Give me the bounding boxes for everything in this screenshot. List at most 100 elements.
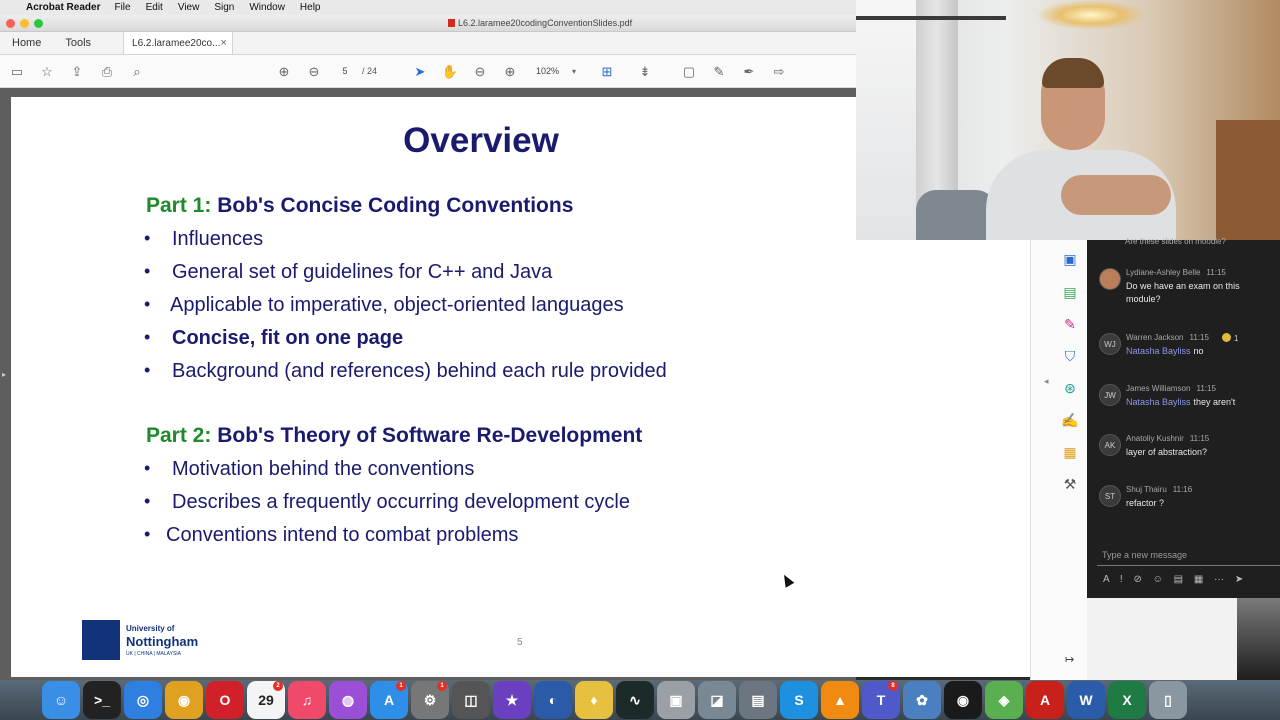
bullet-item: Conventions intend to combat problems xyxy=(166,524,519,546)
menu-window[interactable]: Window xyxy=(249,2,285,13)
cyberduck-icon[interactable]: ♦ xyxy=(575,681,613,719)
bullet-item: Concise, fit on one page xyxy=(172,327,404,349)
edit-pdf-icon[interactable]: ▤ xyxy=(1061,283,1079,301)
fill-sign-icon[interactable]: ✎ xyxy=(1061,315,1079,333)
avatar[interactable]: AK xyxy=(1099,434,1121,456)
obs-icon[interactable]: ◉ xyxy=(944,681,982,719)
part1-title: Bob's Concise Coding Conventions xyxy=(217,194,574,217)
avatar[interactable]: WJ xyxy=(1099,333,1121,355)
comment-tool-icon[interactable]: ▦ xyxy=(1061,443,1079,461)
comment-icon[interactable]: ▢ xyxy=(680,63,698,81)
dock-glyph: ◐ xyxy=(548,692,558,708)
pen-icon[interactable]: ✎ xyxy=(710,63,728,81)
word-icon[interactable]: W xyxy=(1067,681,1105,719)
avatar[interactable] xyxy=(1099,268,1121,290)
bullet-dot: • xyxy=(144,458,151,478)
star-icon[interactable]: ☆ xyxy=(38,63,56,81)
menu-app-name[interactable]: Acrobat Reader xyxy=(26,2,100,13)
system-preferences-icon[interactable]: ⚙ 1 xyxy=(411,681,449,719)
logo-line1: University of xyxy=(126,624,175,633)
minimize-window-button[interactable] xyxy=(20,19,29,28)
finder-icon[interactable]: ☺ xyxy=(42,681,80,719)
message-author: Shuj Thairu xyxy=(1126,485,1167,494)
teams-icon[interactable]: T8 xyxy=(862,681,900,719)
calendar-icon[interactable]: 29 2 xyxy=(247,681,285,719)
send-sign-icon[interactable]: ✍ xyxy=(1061,411,1079,429)
tab-document[interactable]: L6.2.laramee20co... × xyxy=(123,32,234,54)
upload-icon[interactable]: ⇪ xyxy=(68,63,86,81)
more-tools-wrench-icon[interactable]: ⚒ xyxy=(1061,475,1079,493)
avatar[interactable]: JW xyxy=(1099,384,1121,406)
imovie-icon[interactable]: ★ xyxy=(493,681,531,719)
select-arrow-icon[interactable]: ➤ xyxy=(411,63,429,81)
dock-glyph: A xyxy=(1039,692,1051,708)
app-store-icon[interactable]: A1 xyxy=(370,681,408,719)
zoom-search-icon[interactable]: ⌕ xyxy=(128,63,146,81)
more-tools-icon[interactable]: ⇨ xyxy=(770,63,788,81)
page-up-icon[interactable]: ⊕ xyxy=(275,63,293,81)
preview-icon[interactable]: ◪ xyxy=(698,681,736,719)
hand-icon[interactable]: ✋ xyxy=(441,63,459,81)
page-number-input[interactable]: 5 xyxy=(334,64,356,79)
left-panel-toggle-icon[interactable]: ▸ xyxy=(2,370,6,379)
screenshot-icon[interactable]: ◫ xyxy=(452,681,490,719)
chrome-icon[interactable]: ◉ xyxy=(165,681,203,719)
organize-icon[interactable]: ⊛ xyxy=(1061,379,1079,397)
sign-icon[interactable]: ✒ xyxy=(740,63,758,81)
zoom-out-icon[interactable]: ⊖ xyxy=(471,63,489,81)
close-window-button[interactable] xyxy=(6,19,15,28)
message-author: Lydiane-Ashley Belle xyxy=(1126,268,1201,277)
menu-help[interactable]: Help xyxy=(300,2,321,13)
compose-toolbar[interactable]: A ! ⊘ ☺ ▤ ▦ ··· ➤ xyxy=(1103,574,1243,585)
photos-icon[interactable]: ✿ xyxy=(903,681,941,719)
disk-utility-icon[interactable]: ▣ xyxy=(657,681,695,719)
message-time: 11:15 xyxy=(1206,268,1226,277)
dock-glyph: ◍ xyxy=(341,691,355,708)
mention[interactable]: Natasha Bayliss xyxy=(1126,397,1191,407)
menu-view[interactable]: View xyxy=(178,2,200,13)
zoom-level[interactable]: 102% xyxy=(536,64,559,79)
opera-icon[interactable]: O xyxy=(206,681,244,719)
menu-sign[interactable]: Sign xyxy=(214,2,234,13)
tab-tools[interactable]: Tools xyxy=(53,32,103,54)
terminal-icon[interactable]: >_ xyxy=(83,681,121,719)
maps-icon[interactable]: ◈ xyxy=(985,681,1023,719)
printer-icon[interactable]: ▤ xyxy=(739,681,777,719)
trash-icon[interactable]: ▯ xyxy=(1149,681,1187,719)
menu-edit[interactable]: Edit xyxy=(146,2,163,13)
reaction-badge[interactable]: 1 xyxy=(1222,333,1238,343)
acrobat-icon[interactable]: A xyxy=(1026,681,1064,719)
tab-home[interactable]: Home xyxy=(0,32,53,54)
notification-badge: 1 xyxy=(396,681,406,691)
safari-icon[interactable]: ◎ xyxy=(124,681,162,719)
activity-monitor-icon[interactable]: ∿ xyxy=(616,681,654,719)
music-icon[interactable]: ♫ xyxy=(288,681,326,719)
document-area[interactable]: ▸ Overview Part 1: Bob's Concise Coding … xyxy=(0,88,1030,680)
mention[interactable]: Natasha Bayliss xyxy=(1126,346,1191,356)
protect-icon[interactable]: ⛉ xyxy=(1061,347,1079,365)
collapse-panel-icon[interactable]: ◂ xyxy=(1044,376,1049,387)
fullscreen-window-button[interactable] xyxy=(34,19,43,28)
page-down-icon[interactable]: ⊖ xyxy=(305,63,323,81)
notification-badge: 1 xyxy=(437,681,447,691)
podcasts-icon[interactable]: ◍ xyxy=(329,681,367,719)
excel-icon[interactable]: X xyxy=(1108,681,1146,719)
expand-panel-icon[interactable]: ↦ xyxy=(1065,653,1074,666)
print-icon[interactable]: ⎙ xyxy=(98,63,116,81)
vlc-icon[interactable]: ▲ xyxy=(821,681,859,719)
message-time: 11:15 xyxy=(1189,434,1210,443)
export-pdf-icon[interactable]: ▣ xyxy=(1061,250,1079,268)
logo-line2: Nottingham xyxy=(126,634,199,649)
chevron-down-icon[interactable]: ▾ xyxy=(572,64,576,79)
close-tab-icon[interactable]: × xyxy=(220,37,226,49)
bullet-item: General set of guidelines for C++ and Ja… xyxy=(172,261,553,283)
fit-page-icon[interactable]: ⊞ xyxy=(598,63,616,81)
network-icon[interactable]: ◐ xyxy=(534,681,572,719)
skype-icon[interactable]: S xyxy=(780,681,818,719)
scroll-icon[interactable]: ⇟ xyxy=(636,63,654,81)
menu-file[interactable]: File xyxy=(114,2,130,13)
zoom-in-icon[interactable]: ⊕ xyxy=(501,63,519,81)
compose-message-input[interactable]: Type a new message xyxy=(1097,544,1280,566)
avatar[interactable]: ST xyxy=(1099,485,1121,507)
save-icon[interactable]: ▭ xyxy=(8,63,26,81)
